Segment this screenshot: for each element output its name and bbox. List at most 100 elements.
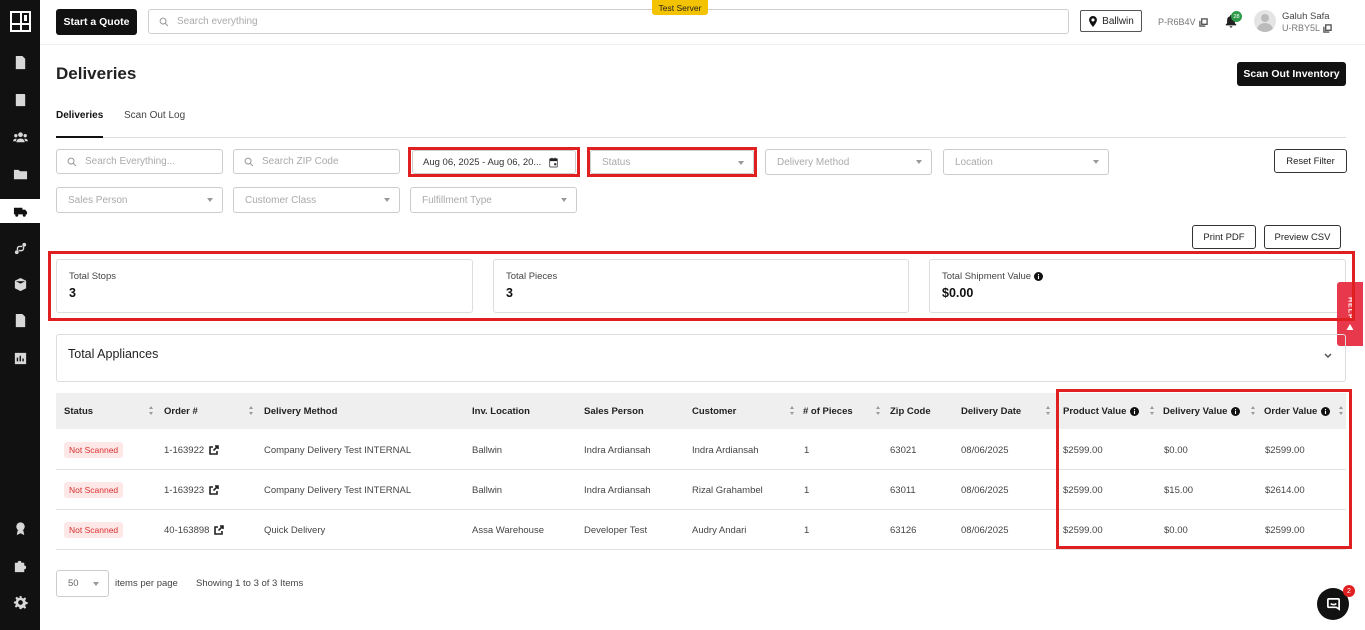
stat-value: 3 (506, 286, 513, 300)
pieces-cell: 1 (804, 484, 810, 496)
search-everything-placeholder: Search Everything... (85, 156, 176, 167)
info-icon[interactable] (1034, 272, 1044, 281)
sales-person-select[interactable]: Sales Person (56, 187, 223, 213)
order-value-cell: $2614.00 (1265, 484, 1305, 496)
scan-out-inventory-button[interactable]: Scan Out Inventory (1237, 62, 1346, 86)
info-icon[interactable] (1321, 406, 1331, 416)
header-customer[interactable]: Customer (692, 393, 736, 429)
sort-icon[interactable] (1046, 406, 1052, 416)
calendar-icon[interactable] (548, 157, 559, 168)
zip-code-cell: 63021 (890, 444, 917, 456)
map-pin-icon (1089, 15, 1098, 27)
header-product-value[interactable]: Product Value (1063, 393, 1140, 429)
chat-count-badge: 2 (1343, 585, 1355, 597)
external-link-icon[interactable] (209, 485, 219, 495)
tab-deliveries[interactable]: Deliveries (56, 110, 104, 138)
date-range-picker[interactable]: Aug 06, 2025 - Aug 06, 20... (412, 150, 576, 174)
chevron-down-icon[interactable] (1323, 347, 1333, 359)
preview-csv-button[interactable]: Preview CSV (1264, 225, 1341, 249)
sort-icon[interactable] (1339, 406, 1345, 416)
chevron-down-icon (738, 161, 744, 165)
delivery-method-cell: Quick Delivery (264, 524, 326, 536)
app-logo[interactable] (10, 11, 31, 32)
header-delivery-value[interactable]: Delivery Value (1163, 393, 1241, 429)
showing-items-text: Showing 1 to 3 of 3 Items (196, 578, 304, 589)
search-everything-input[interactable]: Search Everything... (56, 149, 223, 174)
delivery-method-select[interactable]: Delivery Method (765, 149, 932, 175)
search-zip-input[interactable]: Search ZIP Code (233, 149, 400, 174)
location-button[interactable]: Ballwin (1080, 10, 1142, 32)
status-badge: Not Scanned (64, 522, 124, 538)
order-number-cell[interactable]: 1-163922 (164, 430, 219, 470)
sort-icon[interactable] (249, 406, 255, 416)
fulfillment-type-select-label: Fulfillment Type (422, 194, 492, 206)
header-status[interactable]: Status (64, 393, 93, 429)
header-sales-person[interactable]: Sales Person (584, 393, 644, 429)
delivery-date-cell: 08/06/2025 (961, 484, 1009, 496)
start-quote-button[interactable]: Start a Quote (56, 9, 137, 35)
header-pieces[interactable]: # of Pieces (803, 393, 853, 429)
sort-icon[interactable] (149, 406, 155, 416)
search-icon (244, 157, 254, 166)
sort-icon[interactable] (876, 406, 882, 416)
stat-card-total-stops: Total Stops 3 (56, 259, 473, 313)
sidebar-puzzle-icon[interactable] (0, 553, 40, 577)
header-order-value-label: Order Value (1264, 405, 1318, 417)
info-icon[interactable] (1130, 406, 1140, 416)
info-icon[interactable] (1231, 406, 1241, 416)
order-number-cell[interactable]: 1-163923 (164, 470, 219, 510)
location-select[interactable]: Location (943, 149, 1109, 175)
inv-location-cell: Assa Warehouse (472, 524, 544, 536)
chevron-down-icon (384, 198, 390, 202)
table-row[interactable]: Not Scanned 40-163898 Quick Delivery Ass… (56, 510, 1346, 550)
header-zip-code[interactable]: Zip Code (890, 393, 931, 429)
order-number: 40-163898 (164, 524, 210, 536)
sidebar-gear-icon[interactable] (0, 590, 40, 614)
chevron-down-icon (207, 198, 213, 202)
sidebar-book-icon[interactable] (0, 88, 40, 112)
sort-icon[interactable] (1251, 406, 1257, 416)
total-appliances-accordion[interactable]: Total Appliances (56, 334, 1346, 382)
sidebar-folder-icon[interactable] (0, 162, 40, 186)
sidebar-users-icon[interactable] (0, 125, 40, 149)
sidebar-invoice-icon[interactable] (0, 50, 40, 74)
table-row[interactable]: Not Scanned 1-163923 Company Delivery Te… (56, 470, 1346, 510)
header-order-value[interactable]: Order Value (1264, 393, 1331, 429)
sidebar-truck-icon[interactable] (0, 199, 40, 223)
sidebar-document-icon[interactable] (0, 308, 40, 332)
print-pdf-button[interactable]: Print PDF (1192, 225, 1256, 249)
copy-icon[interactable] (1323, 23, 1332, 33)
sidebar-chart-icon[interactable] (0, 346, 40, 370)
status-select[interactable]: Status (590, 150, 754, 174)
table-row[interactable]: Not Scanned 1-163922 Company Delivery Te… (56, 430, 1346, 470)
fulfillment-type-select[interactable]: Fulfillment Type (410, 187, 577, 213)
sort-icon[interactable] (1150, 406, 1156, 416)
tab-scan-out-log[interactable]: Scan Out Log (124, 110, 185, 138)
header-inv-location[interactable]: Inv. Location (472, 393, 530, 429)
help-tab-label: HELP (1346, 296, 1354, 320)
user-code[interactable]: U-RBY5L (1282, 23, 1332, 33)
header-delivery-method[interactable]: Delivery Method (264, 393, 337, 429)
customer-cell: Rizal Grahambel (692, 484, 763, 496)
global-search-input[interactable]: Search everything (148, 9, 1069, 34)
search-icon (159, 17, 169, 26)
order-number-cell[interactable]: 40-163898 (164, 510, 225, 550)
order-value-cell: $2599.00 (1265, 524, 1305, 536)
external-link-icon[interactable] (214, 525, 225, 535)
reset-filter-button[interactable]: Reset Filter (1274, 149, 1347, 173)
sidebar-award-icon[interactable] (0, 516, 40, 540)
location-select-label: Location (955, 156, 993, 168)
chevron-down-icon (916, 160, 922, 164)
external-link-icon[interactable] (209, 445, 219, 455)
sort-icon[interactable] (790, 406, 796, 416)
copy-icon[interactable] (1198, 17, 1208, 27)
user-avatar[interactable] (1254, 10, 1276, 32)
customer-class-select[interactable]: Customer Class (233, 187, 400, 213)
header-delivery-date[interactable]: Delivery Date (961, 393, 1021, 429)
header-order[interactable]: Order # (164, 393, 198, 429)
printer-code[interactable]: P-R6B4V (1158, 17, 1208, 27)
sidebar-route-icon[interactable] (0, 236, 40, 260)
items-per-page-select[interactable]: 50 (56, 570, 109, 597)
pieces-cell: 1 (804, 524, 810, 536)
sidebar-box-icon[interactable] (0, 272, 40, 296)
